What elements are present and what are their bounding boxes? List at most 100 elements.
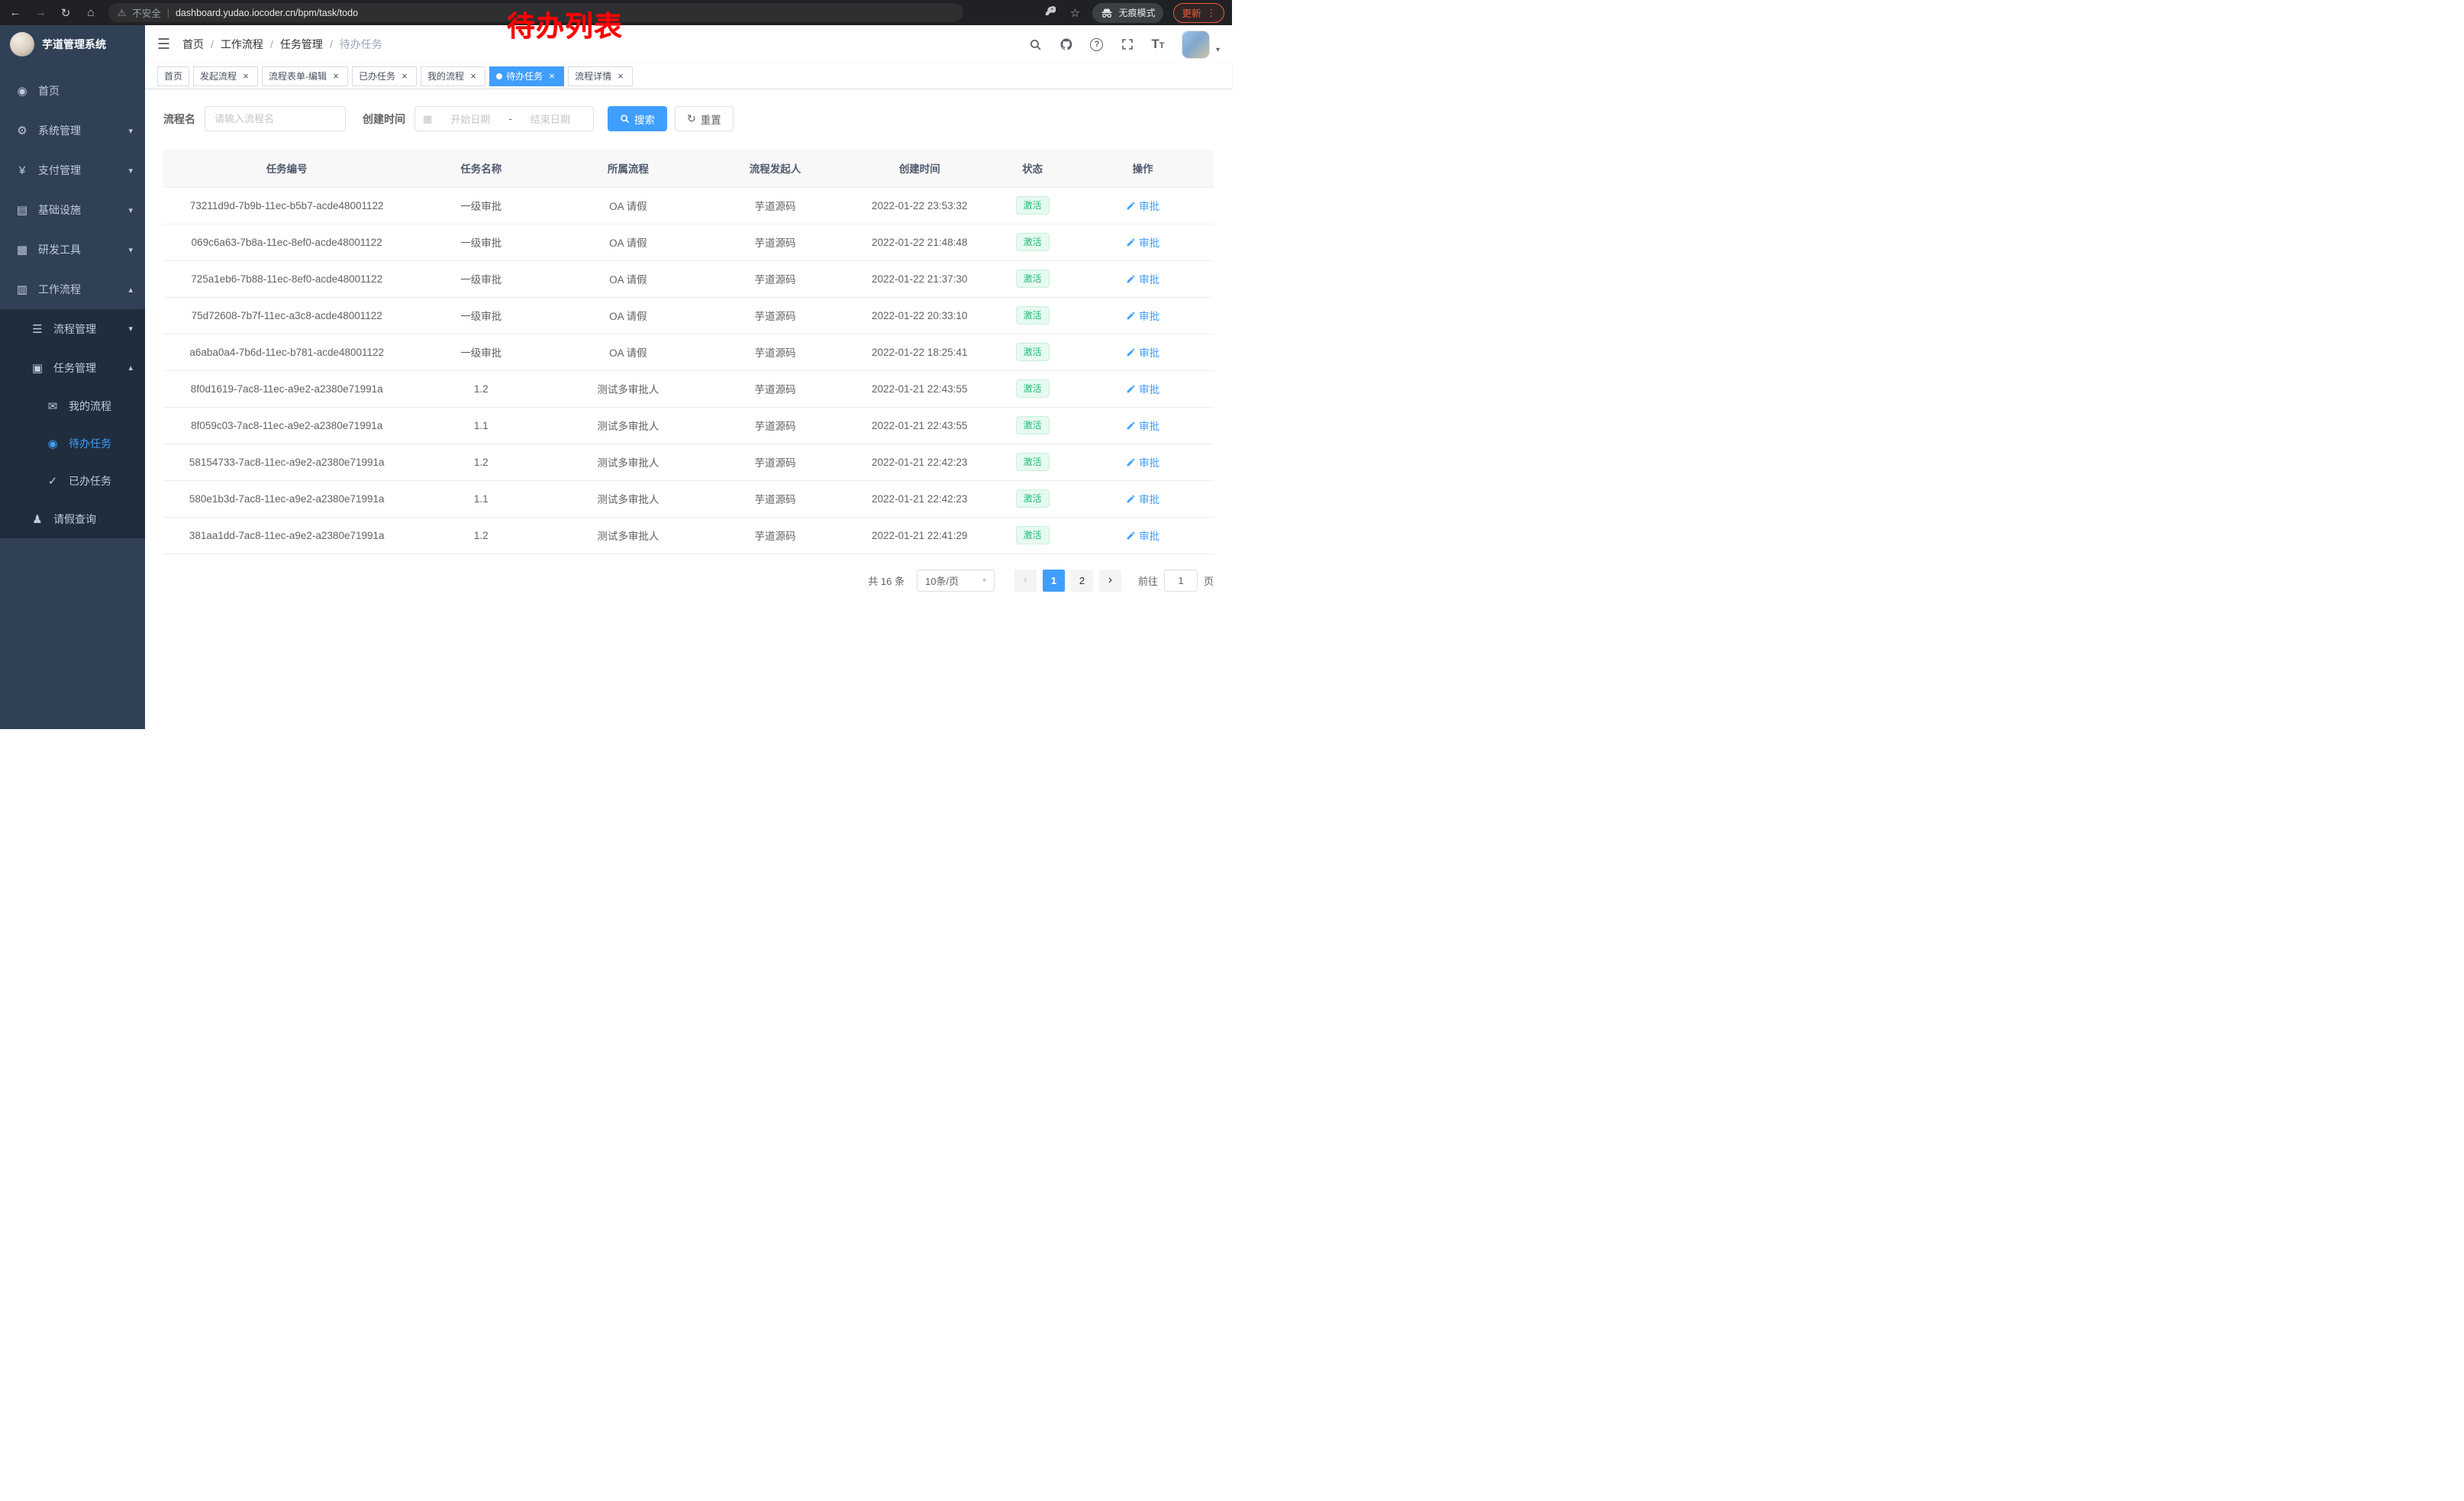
task-created: 2022-01-22 23:53:32 [846, 187, 993, 224]
help-icon[interactable]: ? [1084, 31, 1110, 58]
font-size-icon[interactable]: TT [1145, 31, 1171, 58]
active-dot [496, 73, 502, 79]
search-icon[interactable] [1023, 31, 1049, 58]
task-row: 73211d9d-7b9b-11ec-b5b7-acde48001122 一级审… [163, 187, 1214, 224]
chevron-down-icon: ▾ [128, 126, 133, 136]
bookmark-star-icon[interactable]: ☆ [1067, 6, 1082, 20]
user-avatar[interactable] [1182, 31, 1210, 59]
tag-done-tasks[interactable]: 已办任务 × [352, 66, 417, 86]
task-initiator: 芋道源码 [705, 407, 847, 444]
tag-my-process[interactable]: 我的流程 × [421, 66, 485, 86]
sidebar-item-infrastructure[interactable]: ▤ 基础设施 ▾ [0, 190, 145, 230]
approve-button[interactable]: 审批 [1126, 344, 1159, 360]
approve-button[interactable]: 审批 [1126, 454, 1159, 470]
approve-button[interactable]: 审批 [1126, 271, 1159, 286]
page-2-button[interactable]: 2 [1071, 570, 1093, 592]
sidebar-item-todo-tasks[interactable]: ◉ 待办任务 [0, 424, 145, 462]
tag-start-process[interactable]: 发起流程 × [193, 66, 258, 86]
page-size-select[interactable]: 10条/页 ▾ [917, 570, 995, 592]
approve-button[interactable]: 审批 [1126, 528, 1159, 543]
sidebar-item-home[interactable]: ◉ 首页 [0, 71, 145, 111]
github-icon[interactable] [1053, 31, 1079, 58]
back-icon[interactable]: ← [8, 6, 23, 19]
approve-button[interactable]: 审批 [1126, 198, 1159, 213]
gear-icon: ⚙ [15, 124, 29, 137]
address-bar[interactable]: ⚠ 不安全 | dashboard.yudao.iocoder.cn/bpm/t… [108, 3, 963, 22]
tag-process-detail[interactable]: 流程详情 × [568, 66, 633, 86]
task-process: OA 请假 [552, 260, 705, 297]
chevron-down-icon: ▾ [128, 324, 133, 334]
breadcrumb-home[interactable]: 首页 [182, 37, 204, 52]
browser-chrome: ← → ↻ ⌂ ⚠ 不安全 | dashboard.yudao.iocoder.… [0, 0, 1232, 25]
sidebar-item-workflow[interactable]: ▥ 工作流程 ▴ [0, 270, 145, 309]
fullscreen-icon[interactable] [1114, 31, 1140, 58]
tag-close-icon[interactable]: × [240, 71, 251, 82]
prev-page-button[interactable]: ‹ [1014, 570, 1037, 592]
breadcrumb-workflow[interactable]: 工作流程 [221, 37, 263, 52]
task-process: OA 请假 [552, 187, 705, 224]
process-name-input[interactable] [205, 106, 346, 131]
home-icon[interactable]: ⌂ [83, 6, 98, 19]
menu-label: 请假查询 [53, 512, 133, 527]
search-glyph [620, 114, 630, 124]
breadcrumb-separator: / [270, 38, 273, 50]
status-badge: 激活 [1016, 526, 1050, 544]
task-id: 381aa1dd-7ac8-11ec-a9e2-a2380e71991a [163, 517, 410, 554]
status-badge: 激活 [1016, 233, 1050, 251]
breadcrumb-task-management[interactable]: 任务管理 [280, 37, 323, 52]
sidebar-item-task-management[interactable]: ▣ 任务管理 ▴ [0, 348, 145, 387]
pagination: 共 16 条 10条/页 ▾ ‹ 1 2 › 前往 页 [163, 570, 1214, 592]
avatar-caret-icon[interactable]: ▾ [1216, 46, 1220, 54]
goto-page-input[interactable] [1164, 570, 1198, 592]
tag-todo-tasks[interactable]: 待办任务 × [489, 66, 564, 86]
menu-label: 基础设施 [38, 202, 119, 218]
tag-close-icon[interactable]: × [468, 71, 479, 82]
approve-button[interactable]: 审批 [1126, 381, 1159, 396]
sidebar-item-system[interactable]: ⚙ 系统管理 ▾ [0, 111, 145, 150]
sidebar-item-devtools[interactable]: ▦ 研发工具 ▾ [0, 230, 145, 270]
sidebar-item-my-process[interactable]: ✉ 我的流程 [0, 387, 145, 424]
key-icon[interactable] [1042, 5, 1057, 20]
tag-close-icon[interactable]: × [331, 71, 341, 82]
task-row: a6aba0a4-7b6d-11ec-b781-acde48001122 一级审… [163, 334, 1214, 370]
task-name: 1.1 [410, 480, 552, 517]
approve-button[interactable]: 审批 [1126, 418, 1159, 433]
tag-close-icon[interactable]: × [615, 71, 626, 82]
sidebar-item-process-management[interactable]: ☰ 流程管理 ▾ [0, 309, 145, 348]
tag-label: 已办任务 [359, 69, 395, 82]
approve-button[interactable]: 审批 [1126, 308, 1159, 323]
task-created: 2022-01-22 18:25:41 [846, 334, 993, 370]
page-1-button[interactable]: 1 [1043, 570, 1065, 592]
approve-button[interactable]: 审批 [1126, 491, 1159, 506]
task-initiator: 芋道源码 [705, 517, 847, 554]
tag-close-icon[interactable]: × [399, 71, 410, 82]
sidebar-item-leave-query[interactable]: ♟ 请假查询 [0, 499, 145, 538]
tag-label: 流程表单-编辑 [269, 69, 327, 82]
breadcrumb: 首页 / 工作流程 / 任务管理 / 待办任务 [182, 37, 382, 52]
menu-label: 研发工具 [38, 242, 119, 257]
forward-icon[interactable]: → [33, 6, 48, 19]
refresh-icon[interactable]: ↻ [58, 6, 73, 20]
reset-icon: ↻ [687, 112, 696, 125]
reset-button[interactable]: ↻ 重置 [675, 106, 734, 131]
status-badge: 激活 [1016, 306, 1050, 324]
next-page-button[interactable]: › [1099, 570, 1121, 592]
tag-process-form-edit[interactable]: 流程表单-编辑 × [262, 66, 348, 86]
menu-label: 已办任务 [69, 473, 133, 489]
sidebar-item-payment[interactable]: ¥ 支付管理 ▾ [0, 150, 145, 190]
approve-button[interactable]: 审批 [1126, 234, 1159, 250]
security-label: 不安全 [132, 5, 161, 20]
sidebar-toggle-icon[interactable]: ☰ [157, 36, 170, 53]
browser-update-button[interactable]: 更新 ⋮ [1173, 3, 1224, 23]
task-row: 580e1b3d-7ac8-11ec-a9e2-a2380e71991a 1.1… [163, 480, 1214, 517]
tag-home[interactable]: 首页 [157, 66, 189, 86]
sidebar-item-done-tasks[interactable]: ✓ 已办任务 [0, 462, 145, 499]
kebab-menu-icon[interactable]: ⋮ [1207, 7, 1217, 18]
app-logo[interactable]: 芋道管理系统 [0, 25, 145, 63]
menu-label: 流程管理 [53, 321, 119, 337]
tag-close-icon[interactable]: × [547, 71, 557, 82]
task-name: 一级审批 [410, 334, 552, 370]
date-range-picker[interactable]: ▦ 开始日期 - 结束日期 [414, 106, 594, 131]
task-created: 2022-01-21 22:43:55 [846, 407, 993, 444]
search-button[interactable]: 搜索 [608, 106, 667, 131]
